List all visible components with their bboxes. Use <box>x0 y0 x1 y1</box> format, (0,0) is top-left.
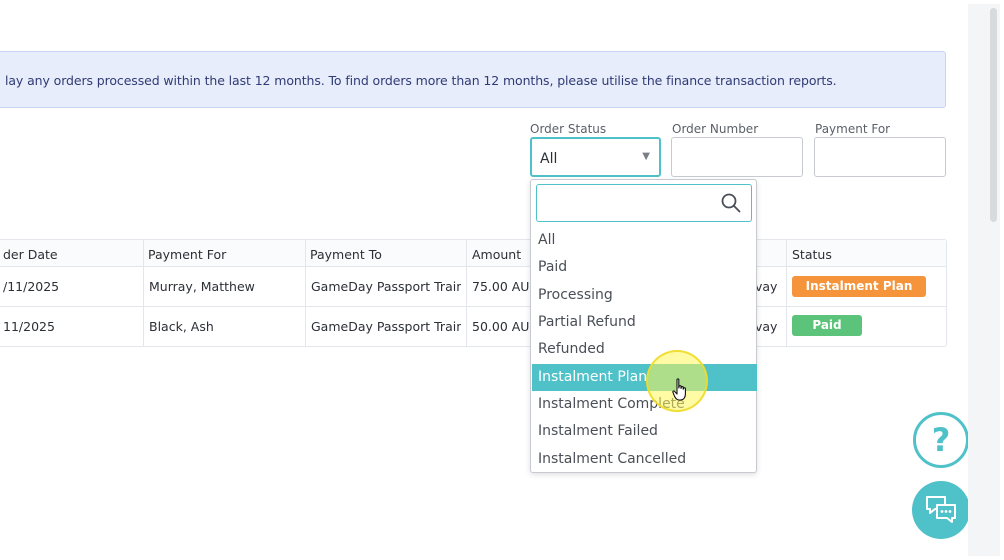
dropdown-option-partial-refund[interactable]: Partial Refund <box>532 309 757 336</box>
chat-button[interactable] <box>912 481 970 539</box>
dropdown-option-refunded[interactable]: Refunded <box>532 336 757 363</box>
info-banner-text: lay any orders processed within the last… <box>5 73 837 88</box>
payment-to-cell: GameDay Passport Train... <box>311 319 461 334</box>
payment-for-cell: Murray, Matthew <box>149 279 255 294</box>
dropdown-option-instalment-cancelled[interactable]: Instalment Cancelled <box>532 446 757 473</box>
order-date-cell: 11/2025 <box>3 319 55 334</box>
divider <box>786 240 787 346</box>
order-date-cell: /11/2025 <box>3 279 60 294</box>
chat-icon <box>926 496 956 523</box>
dropdown-option-instalment-plan[interactable]: Instalment Plan <box>532 364 757 391</box>
column-header-amount[interactable]: Amount <box>472 247 521 262</box>
divider <box>0 306 946 307</box>
status-badge: Paid <box>792 315 862 336</box>
divider <box>305 240 306 346</box>
order-number-label: Order Number <box>672 122 759 136</box>
order-status-dropdown: All Paid Processing Partial Refund Refun… <box>530 179 757 473</box>
dropdown-option-all[interactable]: All <box>532 227 757 254</box>
help-icon: ? <box>931 421 951 459</box>
dropdown-option-paid[interactable]: Paid <box>532 254 757 281</box>
scrollbar-thumb[interactable] <box>990 8 997 222</box>
column-header-status[interactable]: Status <box>792 247 832 262</box>
column-header-payment-for[interactable]: Payment For <box>148 247 226 262</box>
order-status-label: Order Status <box>530 122 607 136</box>
help-button[interactable]: ? <box>913 412 969 468</box>
column-header-payment-to[interactable]: Payment To <box>310 247 382 262</box>
payment-to-cell: GameDay Passport Train... <box>311 279 461 294</box>
partial-cell: vay <box>755 319 778 334</box>
order-status-select[interactable]: All ▼ <box>530 137 661 177</box>
dropdown-option-processing[interactable]: Processing <box>532 282 757 309</box>
payment-for-input[interactable] <box>814 137 946 177</box>
column-header-order-date[interactable]: der Date <box>3 247 58 262</box>
dropdown-option-instalment-complete[interactable]: Instalment Complete <box>532 391 757 418</box>
payment-for-label: Payment For <box>815 122 891 136</box>
dropdown-option-instalment-failed[interactable]: Instalment Failed <box>532 418 757 445</box>
chevron-down-icon: ▼ <box>642 151 650 162</box>
order-status-value: All <box>540 151 558 167</box>
divider <box>0 266 946 267</box>
search-icon <box>721 193 741 213</box>
partial-cell: vay <box>755 279 778 294</box>
divider <box>466 240 467 346</box>
dropdown-search-input[interactable] <box>536 184 752 222</box>
payment-for-cell: Black, Ash <box>149 319 214 334</box>
info-banner: lay any orders processed within the last… <box>0 51 946 108</box>
order-number-input[interactable] <box>671 137 803 177</box>
divider <box>143 240 144 346</box>
status-badge: Instalment Plan <box>792 276 926 297</box>
hand-cursor-icon <box>672 378 686 401</box>
